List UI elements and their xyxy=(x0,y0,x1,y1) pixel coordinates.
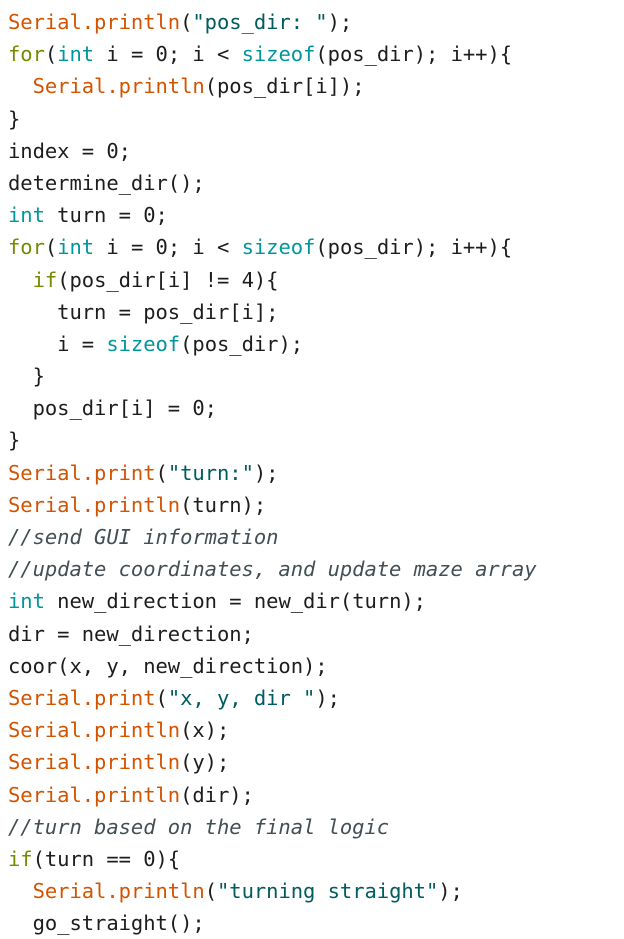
code-token-struct: if xyxy=(32,267,58,292)
code-line[interactable]: turn = pos_dir[i]; xyxy=(8,296,624,328)
code-line[interactable]: Serial.print("turn:"); xyxy=(8,457,624,489)
code-line[interactable]: Serial.println(turn); xyxy=(8,489,624,521)
code-token-string: "pos_dir: " xyxy=(192,10,328,34)
code-token-plain: dir = new_direction; xyxy=(8,621,254,646)
code-token-plain: (pos_dir); xyxy=(180,331,304,356)
code-token-keyword: sizeof xyxy=(106,331,181,356)
code-token-punct: ( xyxy=(204,879,217,904)
code-token-func: Serial.println xyxy=(8,492,181,517)
code-token-plain: determine_dir(); xyxy=(8,170,205,195)
code-token-func: Serial.print xyxy=(8,460,156,485)
code-token-punct: ( xyxy=(44,235,58,260)
code-token-func: Serial.println xyxy=(8,718,181,743)
code-line[interactable]: Serial.println(dir); xyxy=(8,779,624,811)
code-line[interactable]: //send GUI information xyxy=(8,521,624,553)
code-token-plain: (pos_dir); i++){ xyxy=(315,235,513,260)
code-token-punct: ( xyxy=(44,42,58,67)
code-line[interactable]: determine_dir(); xyxy=(8,167,624,199)
code-line[interactable]: int turn = 0; xyxy=(8,199,624,231)
code-token-plain: (dir); xyxy=(180,782,254,807)
code-token-punct: ); xyxy=(438,879,463,904)
code-editor-text-area[interactable]: Serial.println("pos_dir: "); for(int i = … xyxy=(0,0,624,935)
code-token-punct: ( xyxy=(155,460,168,485)
code-line[interactable]: if(turn == 0){ xyxy=(8,843,624,875)
code-line[interactable]: } xyxy=(8,360,624,392)
code-line[interactable]: } xyxy=(8,424,624,456)
code-token-plain: i = xyxy=(57,331,107,356)
code-token-plain: index = 0; xyxy=(8,138,131,163)
code-token-plain: turn = pos_dir[i]; xyxy=(57,299,279,324)
code-token-func: Serial.println xyxy=(8,750,181,775)
code-line[interactable]: Serial.println(pos_dir[i]); xyxy=(8,70,624,102)
code-token-comment: //send GUI information xyxy=(8,525,279,549)
code-line[interactable]: Serial.println("turning straight"); xyxy=(8,875,624,907)
code-line[interactable]: dir = new_direction; xyxy=(8,618,624,650)
code-token-func: Serial.println xyxy=(8,782,181,807)
code-line[interactable]: Serial.print("x, y, dir "); xyxy=(8,682,624,714)
code-line[interactable]: index = 0; xyxy=(8,135,624,167)
code-token-struct: if xyxy=(8,846,33,871)
code-token-plain: (turn == 0){ xyxy=(32,846,181,871)
code-token-punct: ); xyxy=(327,10,353,34)
code-token-keyword: int xyxy=(57,42,95,67)
code-token-plain: } xyxy=(8,106,21,131)
code-line[interactable]: //turn based on the final logic xyxy=(8,811,624,843)
code-token-plain: (pos_dir); i++){ xyxy=(315,42,513,67)
code-line[interactable]: int new_direction = new_dir(turn); xyxy=(8,585,624,617)
code-token-keyword: int xyxy=(8,589,45,614)
code-token-plain: } xyxy=(8,428,21,453)
code-token-plain: (turn); xyxy=(180,492,267,517)
code-token-plain: (y); xyxy=(180,750,230,775)
code-token-plain: turn = 0; xyxy=(44,203,168,228)
code-line[interactable]: for(int i = 0; i < sizeof(pos_dir); i++)… xyxy=(8,38,624,70)
code-token-keyword: sizeof xyxy=(241,235,316,260)
code-token-string: "x, y, dir " xyxy=(167,685,316,710)
code-token-func: Serial.print xyxy=(8,685,156,710)
code-line[interactable]: for(int i = 0; i < sizeof(pos_dir); i++)… xyxy=(8,231,624,263)
code-token-punct: ); xyxy=(253,460,279,485)
code-line[interactable]: Serial.println(x); xyxy=(8,714,624,746)
code-token-punct: ); xyxy=(315,685,340,710)
code-token-punct: ( xyxy=(155,685,168,710)
code-line[interactable]: go_straight(); xyxy=(8,907,624,939)
code-line[interactable]: } xyxy=(8,103,624,135)
code-token-punct: ( xyxy=(180,10,193,34)
code-line[interactable]: pos_dir[i] = 0; xyxy=(8,392,624,424)
code-line[interactable]: Serial.println("pos_dir: "); xyxy=(8,6,624,38)
code-token-plain: coor(x, y, new_direction); xyxy=(8,653,328,678)
code-token-plain: i = 0; i < xyxy=(94,42,242,67)
code-line[interactable]: i = sizeof(pos_dir); xyxy=(8,328,624,360)
code-line[interactable]: //update coordinates, and update maze ar… xyxy=(8,553,624,585)
code-token-func: Serial.println xyxy=(32,74,205,99)
code-line[interactable]: Serial.println(y); xyxy=(8,746,624,778)
code-token-comment: //turn based on the final logic xyxy=(8,814,390,839)
code-token-keyword: sizeof xyxy=(241,42,316,67)
code-token-plain: (pos_dir[i]); xyxy=(204,74,365,99)
code-token-plain: pos_dir[i] = 0; xyxy=(32,396,217,421)
code-token-keyword: int xyxy=(57,235,95,260)
code-token-struct: for xyxy=(8,235,45,260)
code-token-comment: //update coordinates, and update maze ar… xyxy=(8,557,537,582)
code-line[interactable]: coor(x, y, new_direction); xyxy=(8,650,624,682)
code-token-string: "turning straight" xyxy=(216,879,439,904)
code-token-plain: (x); xyxy=(180,718,230,743)
code-token-plain: } xyxy=(32,364,45,389)
code-token-struct: for xyxy=(8,42,45,67)
code-token-func: Serial.println xyxy=(32,879,205,904)
code-token-string: "turn:" xyxy=(167,460,254,485)
code-token-func: Serial.println xyxy=(8,10,181,34)
code-line[interactable]: if(pos_dir[i] != 4){ xyxy=(8,264,624,296)
code-token-plain: new_direction = new_dir(turn); xyxy=(44,589,426,614)
code-token-plain: i = 0; i < xyxy=(94,235,242,260)
code-token-plain: (pos_dir[i] != 4){ xyxy=(57,267,279,292)
code-token-keyword: int xyxy=(8,203,45,228)
